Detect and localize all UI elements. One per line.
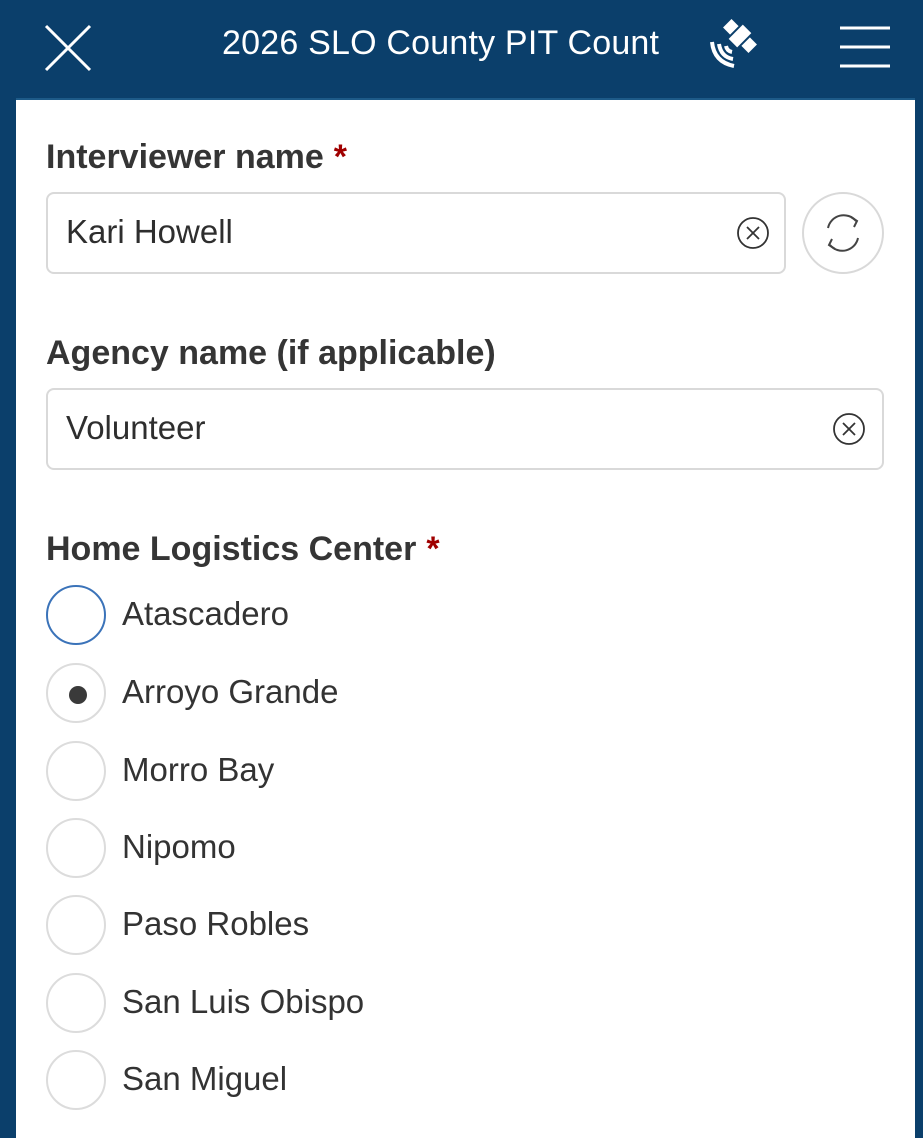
radio-label: Morro Bay	[122, 751, 275, 788]
radio-button-selected[interactable]	[46, 663, 106, 723]
frame-left-border	[0, 0, 16, 1138]
radio-option-paso-robles[interactable]: Paso Robles	[46, 895, 646, 959]
radio-button[interactable]	[46, 818, 106, 878]
form-content: Interviewer name * Kari Howell Agency nam…	[16, 100, 915, 1138]
radio-label: Atascadero	[122, 595, 289, 632]
clear-icon[interactable]	[736, 216, 770, 250]
app-header: 2026 SLO County PIT Count	[16, 0, 915, 100]
radio-selected-dot	[69, 686, 87, 704]
required-marker: *	[426, 530, 440, 568]
interviewer-name-label-text: Interviewer name	[46, 138, 324, 176]
frame-right-border	[915, 0, 923, 1138]
radio-option-morro-bay[interactable]: Morro Bay	[46, 741, 646, 805]
radio-button[interactable]	[46, 895, 106, 955]
radio-label: Arroyo Grande	[122, 673, 339, 710]
home-logistics-center-label-text: Home Logistics Center	[46, 530, 417, 568]
hamburger-menu-icon	[840, 26, 890, 68]
close-button[interactable]	[40, 20, 96, 76]
radio-button[interactable]	[46, 585, 106, 645]
radio-label: San Miguel	[122, 1060, 288, 1097]
close-icon	[44, 24, 92, 72]
home-logistics-center-label: Home Logistics Center *	[46, 530, 440, 569]
required-marker: *	[333, 138, 348, 176]
radio-button[interactable]	[46, 741, 106, 801]
interviewer-name-label: Interviewer name *	[46, 138, 347, 177]
form-title: 2026 SLO County PIT Count	[222, 24, 660, 62]
refresh-icon	[827, 214, 859, 252]
interviewer-name-input[interactable]: Kari Howell	[46, 192, 786, 274]
radio-label: Paso Robles	[122, 905, 310, 942]
radio-option-arroyo-grande[interactable]: Arroyo Grande	[46, 663, 646, 727]
agency-name-value[interactable]: Volunteer	[66, 409, 205, 447]
refresh-button[interactable]	[802, 192, 884, 274]
agency-name-input[interactable]: Volunteer	[46, 388, 884, 470]
radio-button[interactable]	[46, 973, 106, 1033]
radio-option-atascadero[interactable]: Atascadero	[46, 585, 646, 649]
radio-option-nipomo[interactable]: Nipomo	[46, 818, 646, 882]
radio-label: Nipomo	[122, 828, 236, 865]
radio-button[interactable]	[46, 1050, 106, 1110]
clear-icon[interactable]	[832, 412, 866, 446]
radio-label: San Luis Obispo	[122, 983, 365, 1020]
agency-name-label: Agency name (if applicable)	[46, 334, 496, 372]
radio-option-san-luis-obispo[interactable]: San Luis Obispo	[46, 973, 646, 1037]
radio-option-san-miguel[interactable]: San Miguel	[46, 1050, 646, 1114]
interviewer-name-value[interactable]: Kari Howell	[66, 213, 233, 251]
menu-button[interactable]	[838, 22, 892, 72]
satellite-icon[interactable]	[704, 12, 766, 74]
